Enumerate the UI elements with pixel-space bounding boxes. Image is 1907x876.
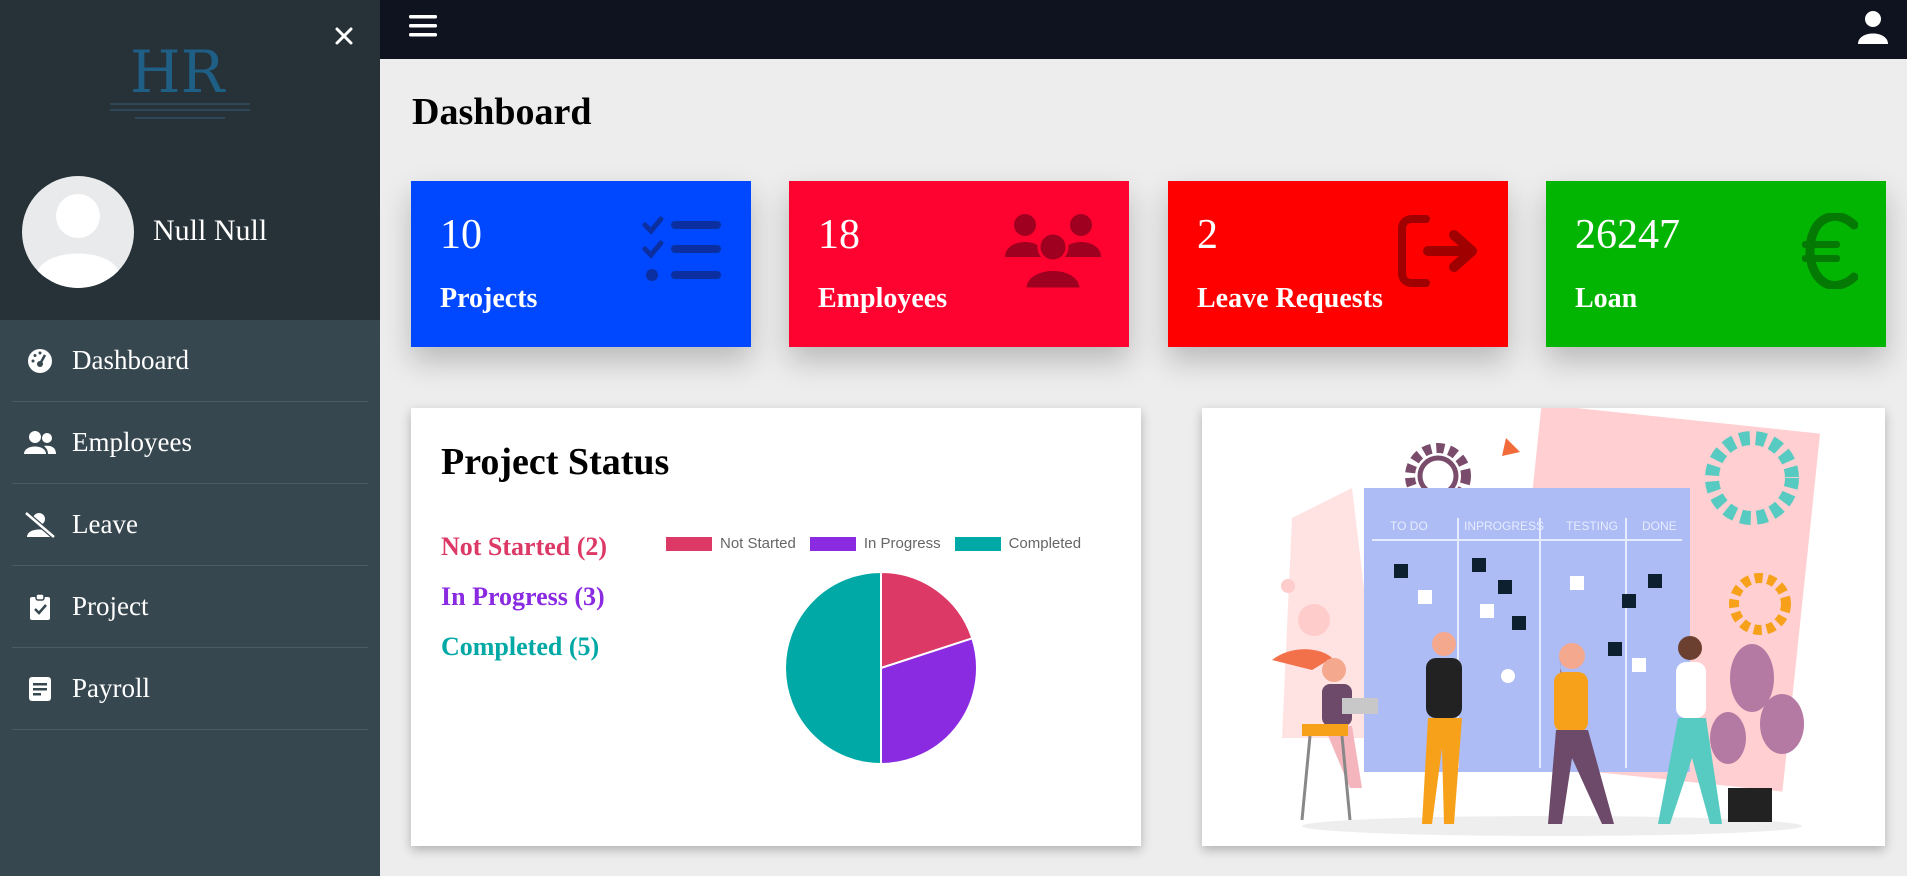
hr-logo: HR: [100, 38, 260, 130]
chart-legend: Not Started In Progress Completed: [666, 535, 1095, 552]
stat-card-leave-requests[interactable]: 2 Leave Requests: [1168, 181, 1508, 347]
legend-swatch: [666, 536, 712, 551]
status-completed: Completed (5): [441, 632, 600, 661]
logo-text: HR: [130, 40, 227, 106]
legend-item[interactable]: Completed: [954, 535, 1082, 552]
avatar: [22, 176, 134, 288]
legend-label: Not Started: [720, 535, 796, 552]
sidebar-item-label: Dashboard: [72, 345, 189, 375]
project-status-title: Project Status: [441, 441, 670, 483]
user-icon: [1858, 11, 1888, 44]
legend-swatch: [954, 536, 1001, 551]
team-illustration: TO DO INPROGRESS TESTING DONE: [1272, 404, 1821, 836]
legend-swatch: [809, 536, 856, 551]
sidebar-item-project[interactable]: Project: [12, 566, 368, 648]
board-label-testing: TESTING: [1566, 519, 1618, 533]
topbar: [380, 0, 1907, 59]
card-value: 2: [1197, 212, 1218, 258]
tachometer-icon: [22, 343, 58, 379]
card-label: Employees: [818, 283, 948, 314]
user-slash-icon: [22, 507, 58, 543]
sidebar-item-dashboard[interactable]: Dashboard: [12, 320, 368, 402]
legend-item[interactable]: In Progress: [809, 535, 941, 552]
euro-icon: [1802, 213, 1858, 289]
sidebar-item-label: Employees: [72, 427, 192, 457]
status-in-progress: In Progress (3): [441, 582, 605, 611]
file-invoice-icon: [22, 671, 58, 707]
user-name: Null Null: [153, 214, 268, 247]
legend-label: In Progress: [863, 535, 941, 552]
legend-label: Completed: [1008, 535, 1082, 552]
stat-card-loan[interactable]: 26247 Loan: [1546, 181, 1886, 347]
stat-card-employees[interactable]: 18 Employees: [789, 181, 1129, 347]
sidebar-item-label: Payroll: [72, 673, 150, 703]
close-sidebar-button[interactable]: [326, 18, 362, 54]
sidebar-item-label: Project: [72, 591, 149, 621]
clipboard-check-icon: [22, 589, 58, 625]
card-value: 18: [818, 212, 860, 258]
status-summary-list: Not Started (2) In Progress (3) Complete…: [441, 532, 607, 682]
stat-card-projects[interactable]: 10 Projects: [411, 181, 751, 347]
card-label: Projects: [440, 283, 538, 314]
legend-item[interactable]: Not Started: [666, 535, 796, 552]
user-menu-button[interactable]: [1857, 10, 1891, 46]
team-illustration-panel: TO DO INPROGRESS TESTING DONE: [1202, 404, 1885, 846]
card-label: Loan: [1575, 283, 1638, 314]
card-value: 26247: [1575, 212, 1680, 258]
hamburger-icon: [409, 15, 437, 37]
status-not-started: Not Started (2): [441, 532, 608, 561]
users-icon: [1005, 214, 1101, 289]
sidebar-header: HR Null Null: [0, 0, 380, 320]
project-status-panel: Project Status Not Started (2) In Progre…: [411, 408, 1141, 846]
page-title: Dashboard: [412, 91, 592, 133]
task-list-icon: [642, 216, 721, 281]
close-icon: [335, 27, 353, 45]
sidebar: HR Null Null Dashboard Employees Leave P…: [0, 0, 380, 876]
project-status-pie-chart: [784, 570, 978, 766]
sidebar-menu: Dashboard Employees Leave Project Payrol…: [0, 320, 380, 730]
card-label: Leave Requests: [1197, 283, 1383, 314]
sidebar-item-leave[interactable]: Leave: [12, 484, 368, 566]
board-label-done: DONE: [1642, 519, 1677, 533]
board-label-inprogress: INPROGRESS: [1464, 519, 1544, 533]
sidebar-item-payroll[interactable]: Payroll: [12, 648, 368, 730]
sidebar-item-label: Leave: [72, 509, 138, 539]
users-icon: [22, 425, 58, 461]
sidebar-item-employees[interactable]: Employees: [12, 402, 368, 484]
pie-slice-completed[interactable]: [784, 570, 882, 766]
board-label-todo: TO DO: [1390, 519, 1428, 533]
sign-out-icon: [1398, 215, 1477, 287]
card-value: 10: [440, 212, 482, 258]
menu-toggle-button[interactable]: [408, 12, 440, 44]
